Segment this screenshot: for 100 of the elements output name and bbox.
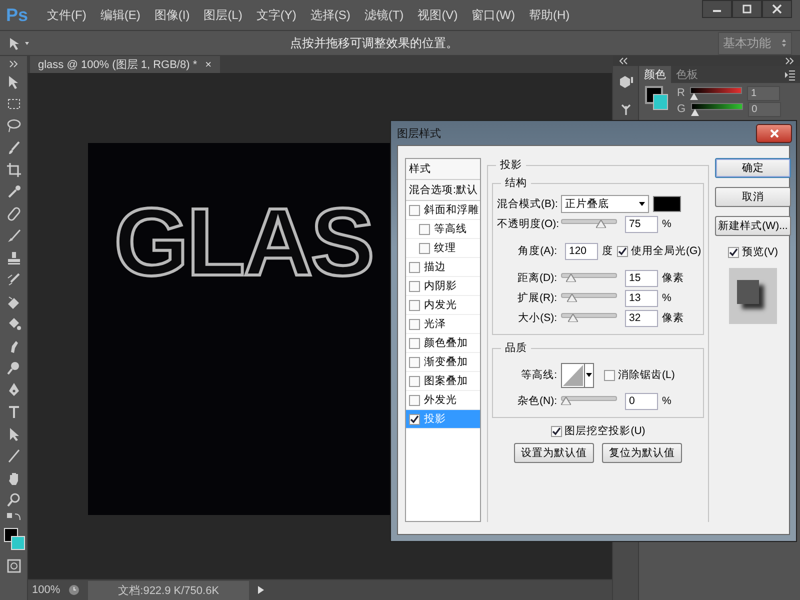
style-list-item[interactable]: 渐变叠加 — [406, 353, 480, 372]
menu-item[interactable]: 图像(I) — [147, 6, 197, 24]
style-list-item[interactable]: 等高线 — [406, 220, 480, 239]
value-field[interactable]: 120 — [565, 242, 598, 260]
close-icon — [772, 4, 782, 14]
slider-track[interactable] — [561, 313, 617, 323]
lasso-tool-icon — [6, 118, 22, 134]
close-icon — [770, 128, 778, 138]
checkbox-label: 消除锯齿(L) — [618, 368, 675, 382]
checkbox[interactable] — [604, 370, 615, 380]
slider-thumb[interactable] — [566, 274, 576, 282]
style-list-item[interactable]: 描边 — [406, 258, 480, 277]
document-tab[interactable]: glass @ 100% (图层 1, RGB/8) * × — [30, 56, 220, 73]
menu-item[interactable]: 窗口(W) — [464, 6, 522, 24]
style-list-item[interactable]: 内阴影 — [406, 277, 480, 296]
unit-label: 度 — [602, 244, 613, 258]
checkbox[interactable] — [550, 426, 562, 436]
channel-label: R — [677, 87, 685, 99]
default-button[interactable]: 设置为默认值 — [514, 443, 594, 463]
checkbox[interactable] — [419, 224, 430, 234]
channel-slider-track[interactable] — [690, 102, 743, 116]
slider-track[interactable] — [561, 273, 617, 283]
channel-value-field[interactable]: 0 — [748, 102, 781, 116]
minimize-button[interactable] — [702, 0, 732, 18]
checkbox[interactable] — [409, 338, 420, 348]
play-arrow-icon — [257, 585, 266, 595]
panel-tab[interactable]: 颜色 — [639, 66, 671, 83]
close-button[interactable] — [756, 124, 792, 142]
style-label: 内阴影 — [424, 279, 457, 293]
checkbox[interactable] — [728, 246, 739, 258]
thumb-icon — [566, 274, 576, 282]
checkbox[interactable] — [617, 246, 628, 256]
checkbox[interactable] — [409, 318, 420, 330]
maximize-button[interactable] — [732, 0, 762, 18]
menu-item[interactable]: 编辑(E) — [93, 6, 148, 24]
default-button[interactable]: 复位为默认值 — [602, 443, 682, 463]
field-label: 距离(D): — [516, 271, 557, 285]
style-list-item[interactable]: 斜面和浮雕 — [406, 201, 480, 220]
slider-thumb[interactable] — [566, 294, 577, 302]
slider-track[interactable] — [561, 293, 617, 303]
slider-thumb[interactable] — [596, 220, 606, 228]
checkbox[interactable] — [419, 242, 430, 254]
field-label: 不透明度(O): — [497, 217, 557, 231]
channel-slider-track[interactable] — [690, 86, 742, 100]
checkbox[interactable] — [409, 376, 420, 386]
style-list-item[interactable]: 图案叠加 — [406, 372, 480, 391]
move-tool-button[interactable] — [8, 36, 30, 50]
channel-value-field[interactable]: 1 — [746, 86, 780, 100]
contour-picker[interactable] — [561, 362, 594, 388]
color-swatches[interactable] — [645, 86, 669, 112]
menu-item[interactable]: 图层(L) — [196, 6, 250, 24]
menu-item[interactable]: 视图(V) — [410, 6, 465, 24]
close-button[interactable] — [762, 0, 792, 18]
group-title: 结构 — [504, 176, 528, 190]
dialog-button[interactable]: 新建样式(W)... — [715, 216, 791, 236]
menu-item[interactable]: 文字(Y) — [249, 6, 304, 24]
app-logo: Ps — [6, 4, 28, 26]
panel-tab[interactable]: 色板 — [671, 66, 703, 83]
checkbox[interactable] — [409, 300, 420, 310]
menu-item[interactable]: 滤镜(T) — [357, 6, 411, 24]
menu-item[interactable]: 文件(F) — [40, 6, 94, 24]
slider-thumb[interactable] — [561, 397, 571, 405]
slider-track[interactable] — [561, 219, 617, 229]
shadow-color-swatch[interactable] — [653, 196, 681, 212]
value-field[interactable]: 0 — [625, 392, 658, 410]
value-field[interactable]: 13 — [625, 290, 658, 306]
style-label: 光泽 — [424, 317, 446, 331]
checkbox[interactable] — [409, 204, 420, 216]
checkbox[interactable] — [409, 356, 420, 368]
menu-item[interactable]: 帮助(H) — [522, 6, 577, 24]
status-menu-button[interactable] — [257, 585, 266, 595]
slider-track[interactable] — [561, 396, 617, 406]
blend-mode-dropdown[interactable]: 正片叠底 — [561, 195, 649, 213]
preview-thumbnail — [729, 268, 777, 324]
value-field[interactable]: 32 — [625, 310, 658, 326]
checkbox[interactable] — [409, 280, 420, 292]
style-list-item[interactable]: 颜色叠加 — [406, 334, 480, 353]
color-swatches[interactable] — [2, 528, 24, 552]
style-list-item[interactable]: 纹理 — [406, 239, 480, 258]
style-list-item[interactable]: 光泽 — [406, 315, 480, 334]
slider-thumb[interactable] — [568, 314, 578, 322]
value-field[interactable]: 15 — [625, 270, 658, 286]
history-brush-icon — [6, 272, 22, 288]
line-tool-icon — [6, 448, 22, 464]
canvas-text: GLAS — [114, 195, 373, 291]
checkbox[interactable] — [409, 394, 420, 406]
eyedropper-tool-icon — [6, 184, 22, 200]
dialog-button[interactable]: 取消 — [715, 187, 791, 207]
dialog-button[interactable]: 确定 — [715, 158, 791, 178]
channel-label: G — [677, 103, 686, 115]
thumb-icon — [568, 314, 578, 322]
style-list-item[interactable]: 内发光 — [406, 296, 480, 315]
checkbox[interactable] — [409, 262, 420, 272]
style-label: 投影 — [424, 412, 446, 426]
checkbox[interactable] — [409, 414, 420, 424]
field-label: 角度(A): — [517, 244, 557, 258]
menu-item[interactable]: 选择(S) — [303, 6, 358, 24]
blending-options-item[interactable]: 混合选项:默认 — [406, 180, 480, 201]
unit-label: 像素 — [662, 271, 684, 285]
value-field[interactable]: 75 — [625, 216, 658, 232]
